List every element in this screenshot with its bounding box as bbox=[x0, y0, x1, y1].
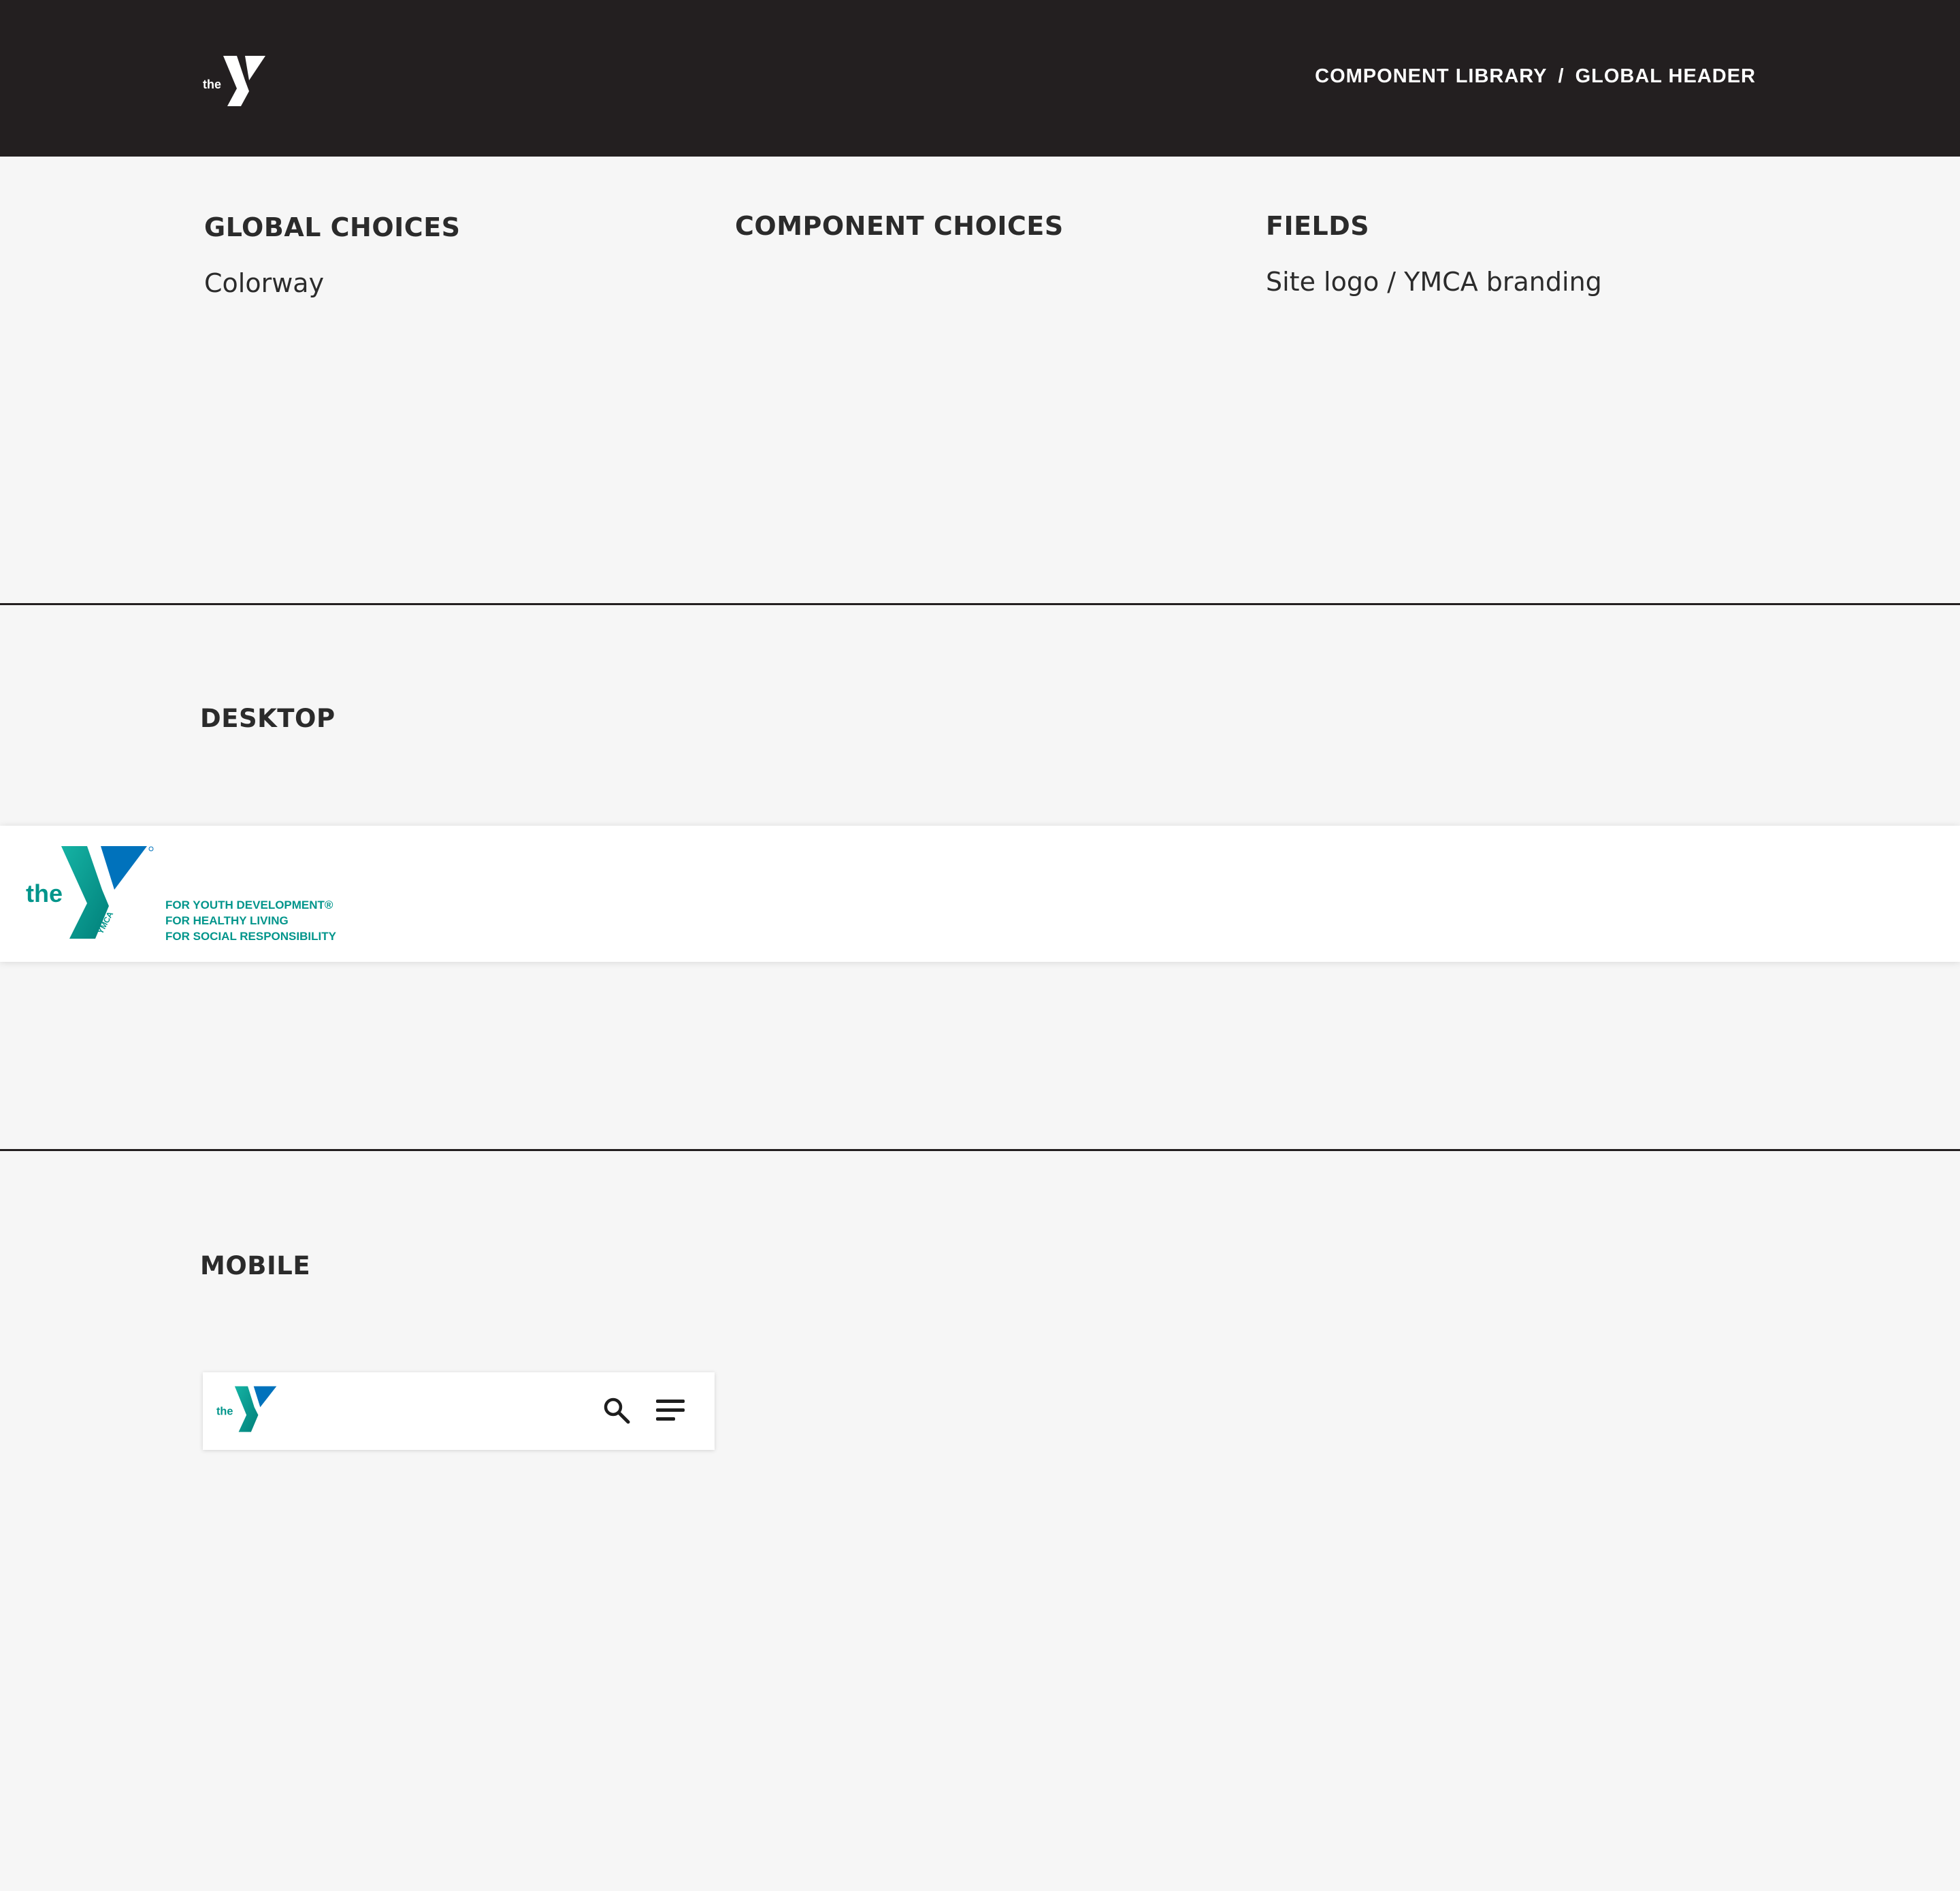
tagline-line-1: FOR YOUTH DEVELOPMENT® bbox=[165, 899, 333, 911]
section-divider bbox=[0, 1149, 1960, 1151]
svg-text:the: the bbox=[203, 78, 221, 91]
component-choices-column: COMPONENT CHOICES bbox=[735, 211, 1064, 241]
global-choices-column: GLOBAL CHOICES Colorway bbox=[204, 212, 461, 298]
top-bar: the COMPONENT LIBRARY / GLOBAL HEADER bbox=[0, 0, 1960, 157]
breadcrumb-separator: / bbox=[1558, 65, 1565, 87]
tagline-line-3: FOR SOCIAL RESPONSIBILITY bbox=[165, 930, 336, 943]
ymca-logo-icon[interactable]: the YMCA bbox=[26, 845, 162, 948]
component-choices-heading: COMPONENT CHOICES bbox=[735, 211, 1064, 241]
mobile-section-title: MOBILE bbox=[200, 1251, 311, 1280]
global-choices-heading: GLOBAL CHOICES bbox=[204, 212, 461, 242]
ymca-logo-icon[interactable]: the bbox=[216, 1385, 282, 1436]
fields-heading: FIELDS bbox=[1266, 211, 1370, 241]
fields-column: FIELDS Site logo / YMCA branding bbox=[1266, 211, 1602, 297]
ymca-logo-icon[interactable]: the bbox=[203, 54, 271, 108]
desktop-header-preview: the YMCA FOR YOUTH DEVELOPMENT® FOR HEAL… bbox=[0, 826, 1960, 962]
desktop-section-title: DESKTOP bbox=[200, 704, 336, 733]
breadcrumb-current: GLOBAL HEADER bbox=[1575, 65, 1756, 87]
svg-text:the: the bbox=[216, 1406, 233, 1418]
mobile-header-preview: the bbox=[203, 1372, 715, 1450]
breadcrumb-library[interactable]: COMPONENT LIBRARY bbox=[1315, 65, 1547, 87]
search-icon[interactable] bbox=[602, 1395, 632, 1425]
field-site-logo: Site logo / YMCA branding bbox=[1266, 267, 1602, 297]
tagline: FOR YOUTH DEVELOPMENT® FOR HEALTHY LIVIN… bbox=[165, 897, 336, 944]
global-choice-colorway: Colorway bbox=[204, 268, 325, 298]
breadcrumb: COMPONENT LIBRARY / GLOBAL HEADER bbox=[1315, 65, 1756, 88]
hamburger-menu-icon[interactable] bbox=[655, 1397, 686, 1424]
svg-text:the: the bbox=[26, 879, 63, 907]
tagline-line-2: FOR HEALTHY LIVING bbox=[165, 914, 289, 927]
section-divider bbox=[0, 603, 1960, 605]
